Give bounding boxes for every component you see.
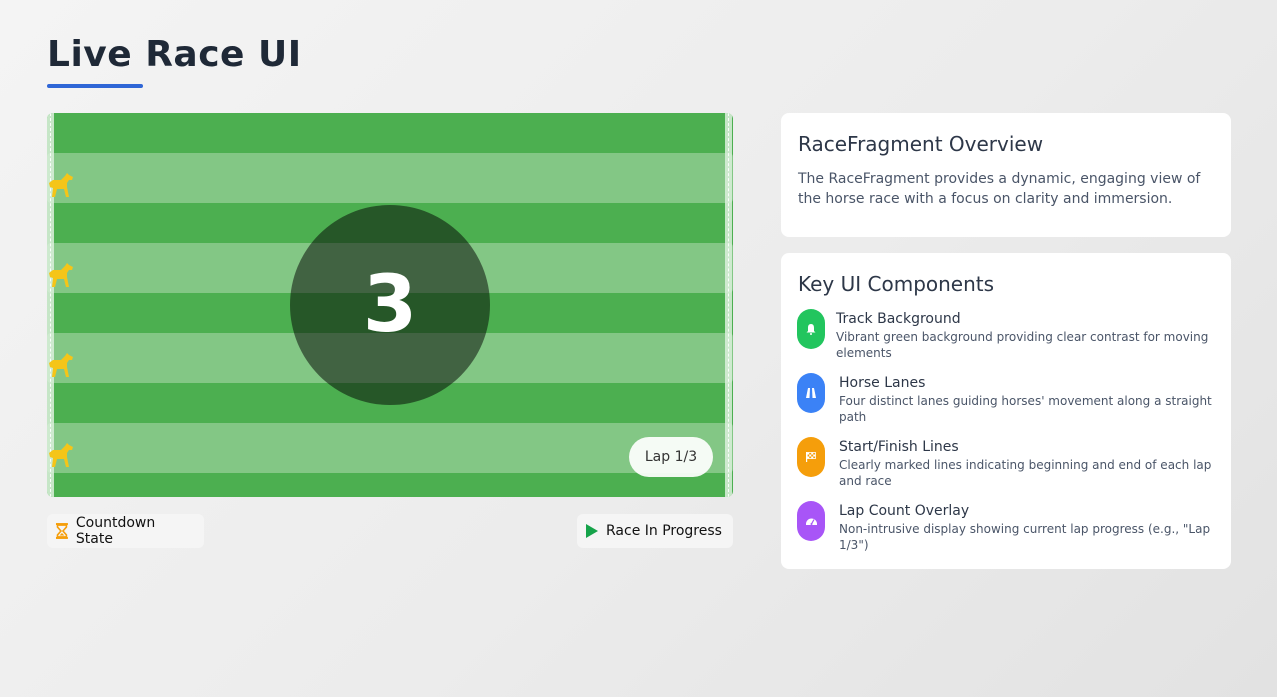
gauge-icon bbox=[797, 501, 825, 541]
race-in-progress-chip[interactable]: Race In Progress bbox=[577, 514, 733, 548]
component-item-track-background: Track Background Vibrant green backgroun… bbox=[797, 309, 1217, 360]
component-description: Vibrant green background providing clear… bbox=[836, 330, 1209, 360]
countdown-overlay: 3 bbox=[290, 205, 490, 405]
horse-icon bbox=[49, 353, 73, 377]
horse-lane-1 bbox=[47, 153, 733, 203]
component-item-start-finish-lines: Start/Finish Lines Clearly marked lines … bbox=[797, 437, 1217, 488]
component-description: Four distinct lanes guiding horses' move… bbox=[839, 394, 1212, 424]
horse-icon bbox=[49, 443, 73, 467]
countdown-state-chip[interactable]: Countdown State bbox=[47, 514, 204, 548]
overview-description: The RaceFragment provides a dynamic, eng… bbox=[798, 171, 1201, 207]
component-name: Track Background bbox=[836, 311, 961, 327]
horse-icon bbox=[49, 263, 73, 287]
title-underline bbox=[47, 84, 143, 88]
component-name: Lap Count Overlay bbox=[839, 503, 970, 519]
countdown-number: 3 bbox=[362, 260, 418, 350]
road-icon bbox=[797, 373, 825, 413]
component-description: Clearly marked lines indicating beginnin… bbox=[839, 458, 1212, 488]
component-item-horse-lanes: Horse Lanes Four distinct lanes guiding … bbox=[797, 373, 1217, 424]
horse-icon bbox=[49, 173, 73, 197]
component-item-lap-count-overlay: Lap Count Overlay Non-intrusive display … bbox=[797, 501, 1217, 552]
component-name: Horse Lanes bbox=[839, 375, 926, 391]
page-title: Live Race UI bbox=[47, 34, 302, 75]
overview-card: RaceFragment Overview The RaceFragment p… bbox=[781, 113, 1231, 237]
checkered-flag-icon bbox=[797, 437, 825, 477]
countdown-state-label: Countdown State bbox=[75, 515, 156, 547]
overview-title: RaceFragment Overview bbox=[798, 132, 1044, 156]
components-card: Key UI Components Track Background Vibra… bbox=[781, 253, 1231, 569]
race-track: 3 Lap 1/3 bbox=[47, 113, 733, 497]
play-icon bbox=[586, 524, 598, 538]
component-description: Non-intrusive display showing current la… bbox=[839, 522, 1211, 552]
hourglass-icon bbox=[55, 523, 68, 539]
bell-icon bbox=[797, 309, 825, 349]
component-name: Start/Finish Lines bbox=[839, 439, 959, 455]
lap-count-badge: Lap 1/3 bbox=[629, 437, 713, 477]
race-in-progress-label: Race In Progress bbox=[606, 523, 722, 539]
components-title: Key UI Components bbox=[798, 272, 995, 296]
finish-line bbox=[725, 113, 732, 497]
